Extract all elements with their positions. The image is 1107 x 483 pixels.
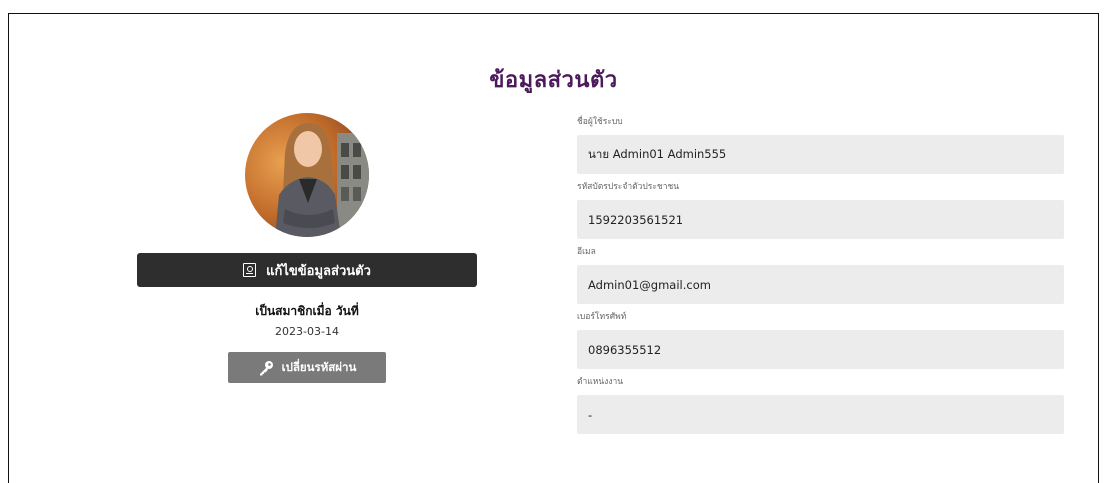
field-email: อีเมล Admin01@gmail.com	[577, 245, 1064, 304]
avatar	[245, 113, 369, 237]
edit-profile-button[interactable]: แก้ไขข้อมูลส่วนตัว	[137, 253, 477, 287]
profile-panel: แก้ไขข้อมูลส่วนตัว เป็นสมาชิกเมื่อ วันที…	[137, 113, 477, 383]
field-label: อีเมล	[577, 247, 596, 257]
field-label: รหัสบัตรประจำตัวประชาชน	[577, 182, 680, 192]
member-since-date: 2023-03-14	[275, 325, 339, 338]
member-since-label: เป็นสมาชิกเมื่อ วันที่	[255, 304, 359, 318]
national-id-field[interactable]: 1592203561521	[577, 200, 1064, 239]
field-label: ชื่อผู้ใช้ระบบ	[577, 117, 623, 127]
field-label: เบอร์โทรศัพท์	[577, 312, 627, 322]
profile-fields: ชื่อผู้ใช้ระบบ นาย Admin01 Admin555 รหัส…	[577, 115, 1064, 440]
field-username: ชื่อผู้ใช้ระบบ นาย Admin01 Admin555	[577, 115, 1064, 174]
position-field[interactable]: -	[577, 395, 1064, 434]
phone-field[interactable]: 0896355512	[577, 330, 1064, 369]
avatar-photo	[245, 113, 369, 237]
change-password-button[interactable]: เปลี่ยนรหัสผ่าน	[228, 352, 386, 383]
page-title: ข้อมูลส่วนตัว	[489, 68, 618, 93]
field-national-id: รหัสบัตรประจำตัวประชาชน 1592203561521	[577, 180, 1064, 239]
field-label: ตำแหน่งงาน	[577, 377, 624, 387]
email-field[interactable]: Admin01@gmail.com	[577, 265, 1064, 304]
change-password-label: เปลี่ยนรหัสผ่าน	[281, 359, 357, 374]
field-position: ตำแหน่งงาน -	[577, 375, 1064, 434]
profile-edit-icon	[243, 263, 257, 277]
field-phone: เบอร์โทรศัพท์ 0896355512	[577, 310, 1064, 369]
edit-profile-label: แก้ไขข้อมูลส่วนตัว	[266, 263, 371, 279]
key-icon	[259, 360, 273, 375]
username-field[interactable]: นาย Admin01 Admin555	[577, 135, 1064, 174]
